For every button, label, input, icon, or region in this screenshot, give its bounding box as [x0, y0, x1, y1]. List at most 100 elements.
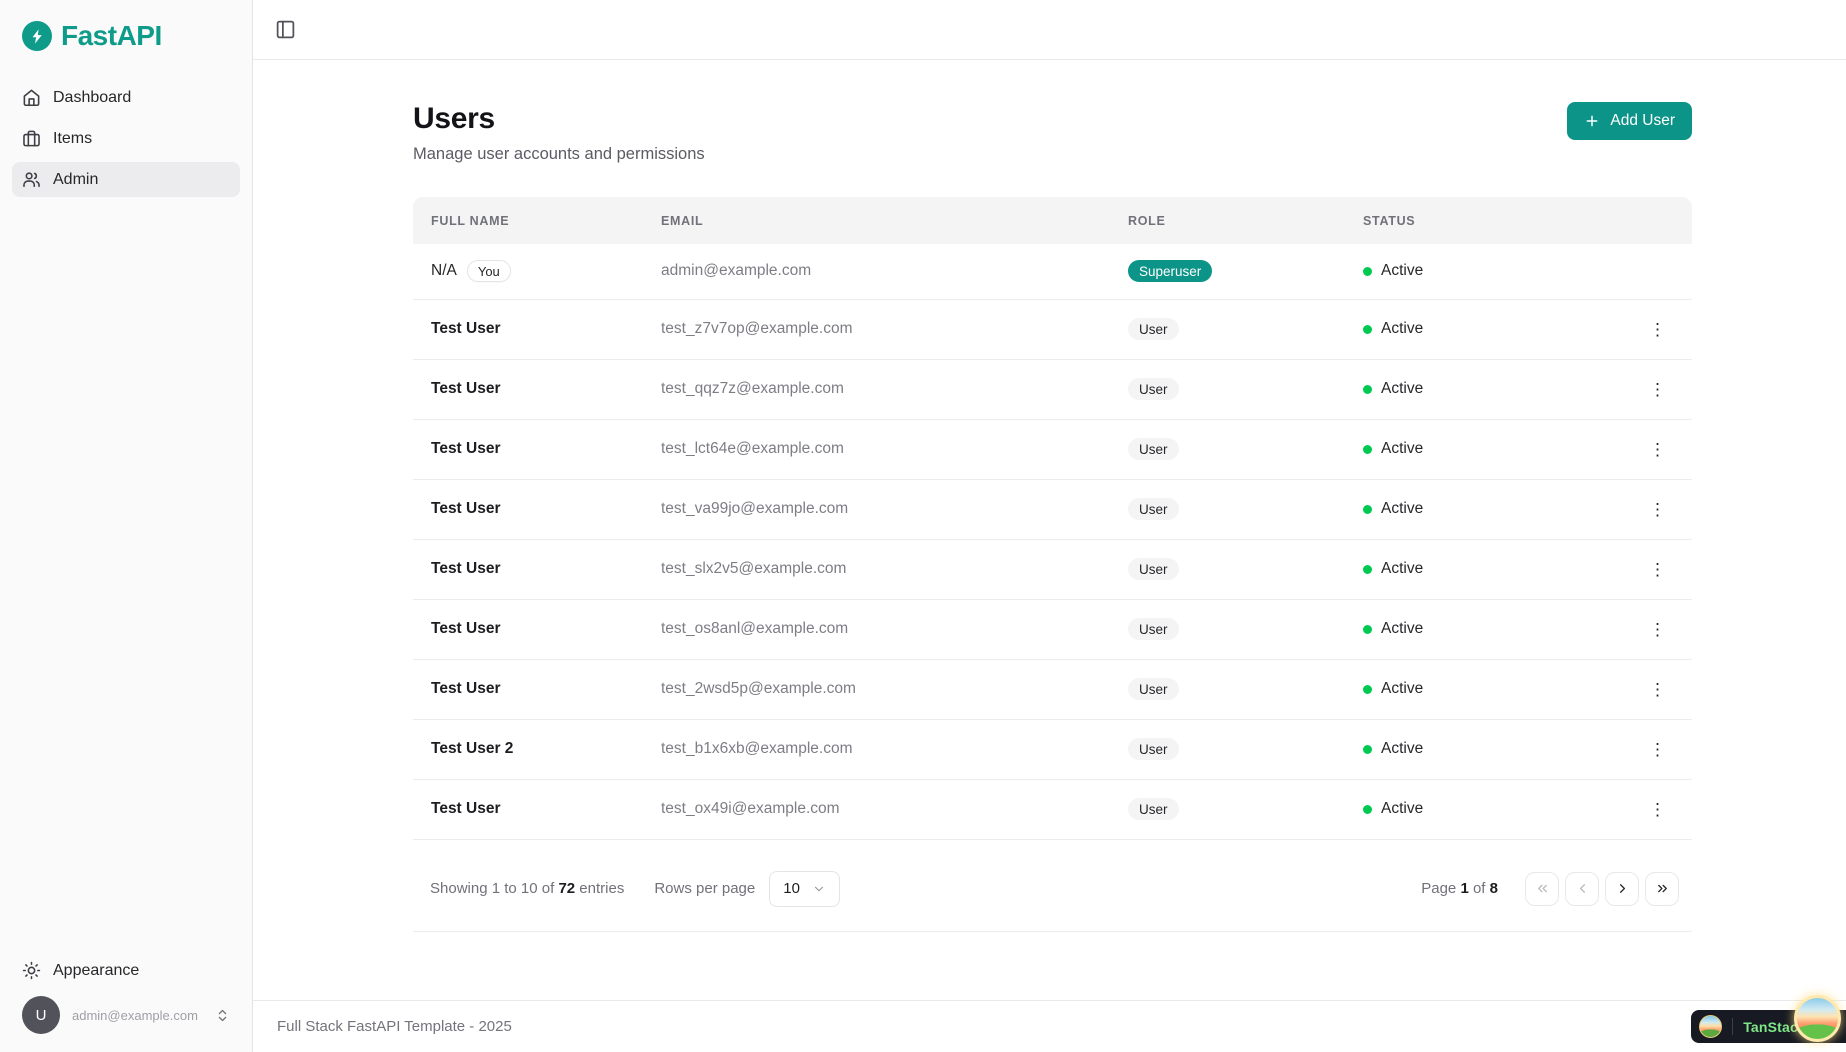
user-email-cell: test_slx2v5@example.com — [643, 539, 1110, 599]
app-logo[interactable]: FastAPI — [12, 20, 240, 52]
sidebar-item-label: Admin — [53, 171, 98, 189]
row-menu-button[interactable]: ⋮ — [1641, 615, 1674, 644]
row-menu-button[interactable]: ⋮ — [1641, 495, 1674, 524]
sidebar-toggle-button[interactable] — [271, 15, 300, 44]
chevron-down-icon — [812, 882, 826, 896]
table-row: Test User test_z7v7op@example.com User A… — [413, 299, 1692, 359]
user-email-cell: admin@example.com — [643, 244, 1110, 299]
total-pages: 8 — [1490, 880, 1498, 897]
user-full-name: N/A — [431, 262, 457, 280]
page-subtitle: Manage user accounts and permissions — [413, 145, 705, 164]
table-row: Test User test_os8anl@example.com User A… — [413, 599, 1692, 659]
users-table-header: FULL NAME EMAIL ROLE STATUS — [413, 197, 1692, 244]
row-menu-button[interactable]: ⋮ — [1641, 435, 1674, 464]
briefcase-icon — [22, 129, 41, 148]
user-email-cell: test_lct64e@example.com — [643, 419, 1110, 479]
panel-left-icon — [275, 19, 296, 40]
showing-entries-text: Showing 1 to 10 of 72 entries — [430, 880, 624, 897]
topbar — [253, 0, 1846, 60]
row-menu-button[interactable]: ⋮ — [1641, 675, 1674, 704]
column-header-full-name: FULL NAME — [413, 197, 643, 244]
row-menu-button[interactable]: ⋮ — [1641, 375, 1674, 404]
app-logo-text: FastAPI — [61, 20, 162, 52]
tanstack-devtools-toggle[interactable] — [1794, 995, 1841, 1042]
appearance-label: Appearance — [53, 962, 139, 980]
chevron-left-icon — [1575, 881, 1590, 896]
main-area: Users Manage user accounts and permissio… — [253, 0, 1846, 1052]
role-badge: User — [1128, 678, 1179, 700]
role-badge: User — [1128, 618, 1179, 640]
table-row: Test User test_qqz7z@example.com User Ac… — [413, 359, 1692, 419]
row-menu-button[interactable]: ⋮ — [1641, 795, 1674, 824]
user-full-name: Test User — [431, 620, 501, 638]
rows-per-page-label: Rows per page — [654, 880, 755, 897]
user-email-cell: test_va99jo@example.com — [643, 479, 1110, 539]
status-label: Active — [1381, 380, 1423, 398]
page-content: Users Manage user accounts and permissio… — [253, 60, 1846, 1000]
status-label: Active — [1381, 320, 1423, 338]
total-entries: 72 — [558, 880, 575, 897]
users-icon — [22, 170, 41, 189]
table-row: Test User test_2wsd5p@example.com User A… — [413, 659, 1692, 719]
column-header-actions — [1560, 197, 1692, 244]
role-badge: User — [1128, 378, 1179, 400]
status-dot — [1363, 685, 1372, 694]
role-badge: Superuser — [1128, 260, 1212, 282]
user-email-cell: test_ox49i@example.com — [643, 779, 1110, 839]
status-dot — [1363, 445, 1372, 454]
page-title: Users — [413, 102, 705, 136]
status-label: Active — [1381, 440, 1423, 458]
table-row: Test User test_lct64e@example.com User A… — [413, 419, 1692, 479]
status-dot — [1363, 745, 1372, 754]
status-dot — [1363, 325, 1372, 334]
status-label: Active — [1381, 500, 1423, 518]
user-full-name: Test User 2 — [431, 740, 513, 758]
user-full-name: Test User — [431, 500, 501, 518]
fastapi-logo-icon — [22, 21, 52, 51]
table-row: Test User test_ox49i@example.com User Ac… — [413, 779, 1692, 839]
rows-per-page-select[interactable]: 10 — [769, 871, 840, 907]
user-email-label: admin@example.com — [72, 1008, 203, 1023]
sidebar-nav: Dashboard Items Admin — [12, 80, 240, 197]
last-page-button[interactable] — [1645, 872, 1679, 906]
status-label: Active — [1381, 800, 1423, 818]
table-row: Test User test_slx2v5@example.com User A… — [413, 539, 1692, 599]
sidebar-item-dashboard[interactable]: Dashboard — [12, 80, 240, 115]
next-page-button[interactable] — [1605, 872, 1639, 906]
status-dot — [1363, 565, 1372, 574]
avatar: U — [22, 996, 60, 1034]
row-menu-button[interactable]: ⋮ — [1641, 735, 1674, 764]
sidebar-item-label: Dashboard — [53, 89, 131, 107]
user-email-cell: test_os8anl@example.com — [643, 599, 1110, 659]
plus-icon — [1584, 113, 1600, 129]
table-row: Test User test_va99jo@example.com User A… — [413, 479, 1692, 539]
role-badge: User — [1128, 738, 1179, 760]
user-menu[interactable]: U admin@example.com — [12, 988, 240, 1038]
status-label: Active — [1381, 680, 1423, 698]
page-header: Users Manage user accounts and permissio… — [413, 102, 1692, 164]
page-info-text: Page 1 of 8 — [1421, 880, 1498, 897]
add-user-button[interactable]: Add User — [1567, 102, 1692, 140]
add-user-label: Add User — [1610, 112, 1675, 130]
prev-page-button[interactable] — [1565, 872, 1599, 906]
role-badge: User — [1128, 558, 1179, 580]
footer-text: Full Stack FastAPI Template - 2025 — [277, 1018, 512, 1035]
user-email-cell: test_z7v7op@example.com — [643, 299, 1110, 359]
user-full-name: Test User — [431, 800, 501, 818]
sidebar-item-items[interactable]: Items — [12, 121, 240, 156]
main-footer: Full Stack FastAPI Template - 2025 — [253, 1000, 1846, 1052]
home-icon — [22, 88, 41, 107]
status-dot — [1363, 805, 1372, 814]
first-page-button[interactable] — [1525, 872, 1559, 906]
user-full-name: Test User — [431, 560, 501, 578]
row-menu-button[interactable]: ⋮ — [1641, 555, 1674, 584]
chevrons-right-icon — [1655, 881, 1670, 896]
row-menu-button[interactable]: ⋮ — [1641, 315, 1674, 344]
user-full-name: Test User — [431, 440, 501, 458]
sidebar-item-admin[interactable]: Admin — [12, 162, 240, 197]
role-badge: User — [1128, 498, 1179, 520]
appearance-toggle[interactable]: Appearance — [12, 953, 240, 988]
table-row: N/A You admin@example.com Superuser Acti… — [413, 244, 1692, 299]
you-badge: You — [467, 260, 511, 282]
status-label: Active — [1381, 740, 1423, 758]
